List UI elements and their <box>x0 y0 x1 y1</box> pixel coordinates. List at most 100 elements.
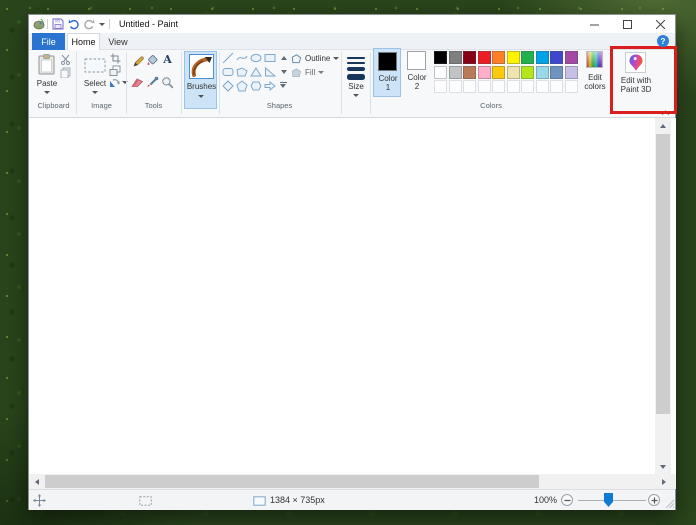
palette-swatch[interactable] <box>507 51 520 64</box>
shape-rounded-rectangle-icon[interactable] <box>221 65 235 79</box>
collapse-ribbon-icon[interactable] <box>661 108 670 118</box>
zoom-in-button[interactable] <box>648 494 660 506</box>
palette-swatch[interactable] <box>434 51 447 64</box>
fill-with-color-icon[interactable] <box>146 54 159 69</box>
palette-swatch[interactable] <box>492 66 505 79</box>
select-label: Select <box>82 79 108 88</box>
zoom-out-button[interactable] <box>561 494 573 506</box>
size-dropdown-icon <box>353 94 359 97</box>
palette-swatch[interactable] <box>492 51 505 64</box>
palette-swatch[interactable] <box>521 51 534 64</box>
shape-rectangle-icon[interactable] <box>263 51 277 65</box>
palette-swatch-empty[interactable] <box>536 80 549 93</box>
shape-pentagon-icon[interactable] <box>235 79 249 93</box>
magnifier-icon[interactable] <box>161 76 174 91</box>
help-button[interactable]: ? <box>657 35 669 47</box>
horizontal-scroll-thumb[interactable] <box>45 475 539 488</box>
palette-swatch[interactable] <box>536 51 549 64</box>
title-bar[interactable]: Untitled - Paint <box>29 15 675 33</box>
shape-triangle-icon[interactable] <box>249 65 263 79</box>
palette-swatch[interactable] <box>565 66 578 79</box>
shape-right-triangle-icon[interactable] <box>263 65 277 79</box>
shapes-scroll-down-icon[interactable] <box>281 70 287 74</box>
palette-swatch-empty[interactable] <box>449 80 462 93</box>
palette-swatch[interactable] <box>565 51 578 64</box>
shapes-scroll-up-icon[interactable] <box>281 56 287 60</box>
undo-icon[interactable] <box>68 18 80 32</box>
color1-button[interactable]: Color 1 <box>373 48 401 97</box>
scroll-right-icon[interactable] <box>656 474 671 489</box>
shape-hexagon-icon[interactable] <box>249 79 263 93</box>
paint-app-icon <box>33 18 45 32</box>
palette-swatch-empty[interactable] <box>492 80 505 93</box>
palette-swatch-empty[interactable] <box>550 80 563 93</box>
palette-swatch-empty[interactable] <box>463 80 476 93</box>
scroll-up-icon[interactable] <box>655 118 671 133</box>
size-button[interactable]: Size <box>343 52 369 102</box>
palette-swatch[interactable] <box>507 66 520 79</box>
outline-control[interactable]: Outline <box>291 53 339 64</box>
cut-icon[interactable] <box>60 54 71 67</box>
text-tool-icon[interactable]: A <box>161 53 174 66</box>
color2-label: Color <box>407 73 426 82</box>
palette-swatch[interactable] <box>463 66 476 79</box>
palette-swatch[interactable] <box>478 66 491 79</box>
palette-swatch[interactable] <box>449 66 462 79</box>
palette-swatch-empty[interactable] <box>507 80 520 93</box>
resize-grip[interactable] <box>665 499 675 511</box>
shape-ellipse-icon[interactable] <box>249 51 263 65</box>
paint-3d-label: Edit with <box>621 76 651 85</box>
maximize-button[interactable] <box>611 15 644 33</box>
copy-icon[interactable] <box>60 67 71 80</box>
group-divider <box>76 52 77 114</box>
color2-button[interactable]: Color 2 <box>403 48 431 97</box>
save-icon[interactable] <box>52 18 64 32</box>
shape-line-icon[interactable] <box>221 51 235 65</box>
palette-swatch[interactable] <box>478 51 491 64</box>
palette-swatch-empty[interactable] <box>478 80 491 93</box>
minimize-button[interactable] <box>578 15 611 33</box>
zoom-slider-thumb[interactable] <box>604 493 613 507</box>
vertical-scrollbar[interactable] <box>655 118 671 474</box>
palette-swatch-empty[interactable] <box>434 80 447 93</box>
tools-group-label: Tools <box>131 101 176 110</box>
shape-polygon-icon[interactable] <box>235 65 249 79</box>
palette-swatch[interactable] <box>536 66 549 79</box>
drawing-canvas[interactable] <box>29 118 655 474</box>
pencil-icon[interactable] <box>131 54 144 69</box>
vertical-scroll-thumb[interactable] <box>656 134 670 414</box>
group-divider <box>181 52 182 114</box>
palette-swatch[interactable] <box>449 51 462 64</box>
palette-swatch[interactable] <box>434 66 447 79</box>
tab-file[interactable]: File <box>32 33 65 50</box>
brushes-button[interactable]: Brushes <box>184 51 217 109</box>
tab-view[interactable]: View <box>103 33 133 50</box>
edit-colors-button[interactable]: Edit colors <box>580 48 610 97</box>
ribbon-tab-bar: File Home View <box>29 33 675 50</box>
scroll-left-icon[interactable] <box>29 474 44 489</box>
rotate-icon[interactable] <box>109 77 121 91</box>
color-picker-icon[interactable] <box>146 76 159 91</box>
palette-swatch[interactable] <box>550 66 563 79</box>
customize-toolbar-dropdown-icon[interactable] <box>99 23 105 26</box>
fill-dropdown-icon <box>318 71 324 74</box>
shape-diamond-icon[interactable] <box>221 79 235 93</box>
close-button[interactable] <box>644 15 677 33</box>
shape-curve-icon[interactable] <box>235 51 249 65</box>
select-button[interactable]: Select <box>82 52 108 98</box>
palette-swatch[interactable] <box>521 66 534 79</box>
shapes-more-icon[interactable] <box>279 82 288 88</box>
tab-home[interactable]: Home <box>67 33 100 50</box>
paste-button[interactable]: Paste <box>34 52 60 98</box>
palette-swatch-empty[interactable] <box>521 80 534 93</box>
palette-swatch[interactable] <box>550 51 563 64</box>
edit-with-paint-3d-button[interactable]: Edit with Paint 3D <box>617 50 655 102</box>
redo-icon[interactable] <box>83 18 95 32</box>
scroll-down-icon[interactable] <box>655 459 671 474</box>
palette-swatch[interactable] <box>463 51 476 64</box>
fill-control[interactable]: Fill <box>291 67 324 78</box>
horizontal-scrollbar[interactable] <box>29 474 671 489</box>
shape-arrow-right-icon[interactable] <box>263 79 277 93</box>
palette-swatch-empty[interactable] <box>565 80 578 93</box>
eraser-icon[interactable] <box>131 76 144 91</box>
